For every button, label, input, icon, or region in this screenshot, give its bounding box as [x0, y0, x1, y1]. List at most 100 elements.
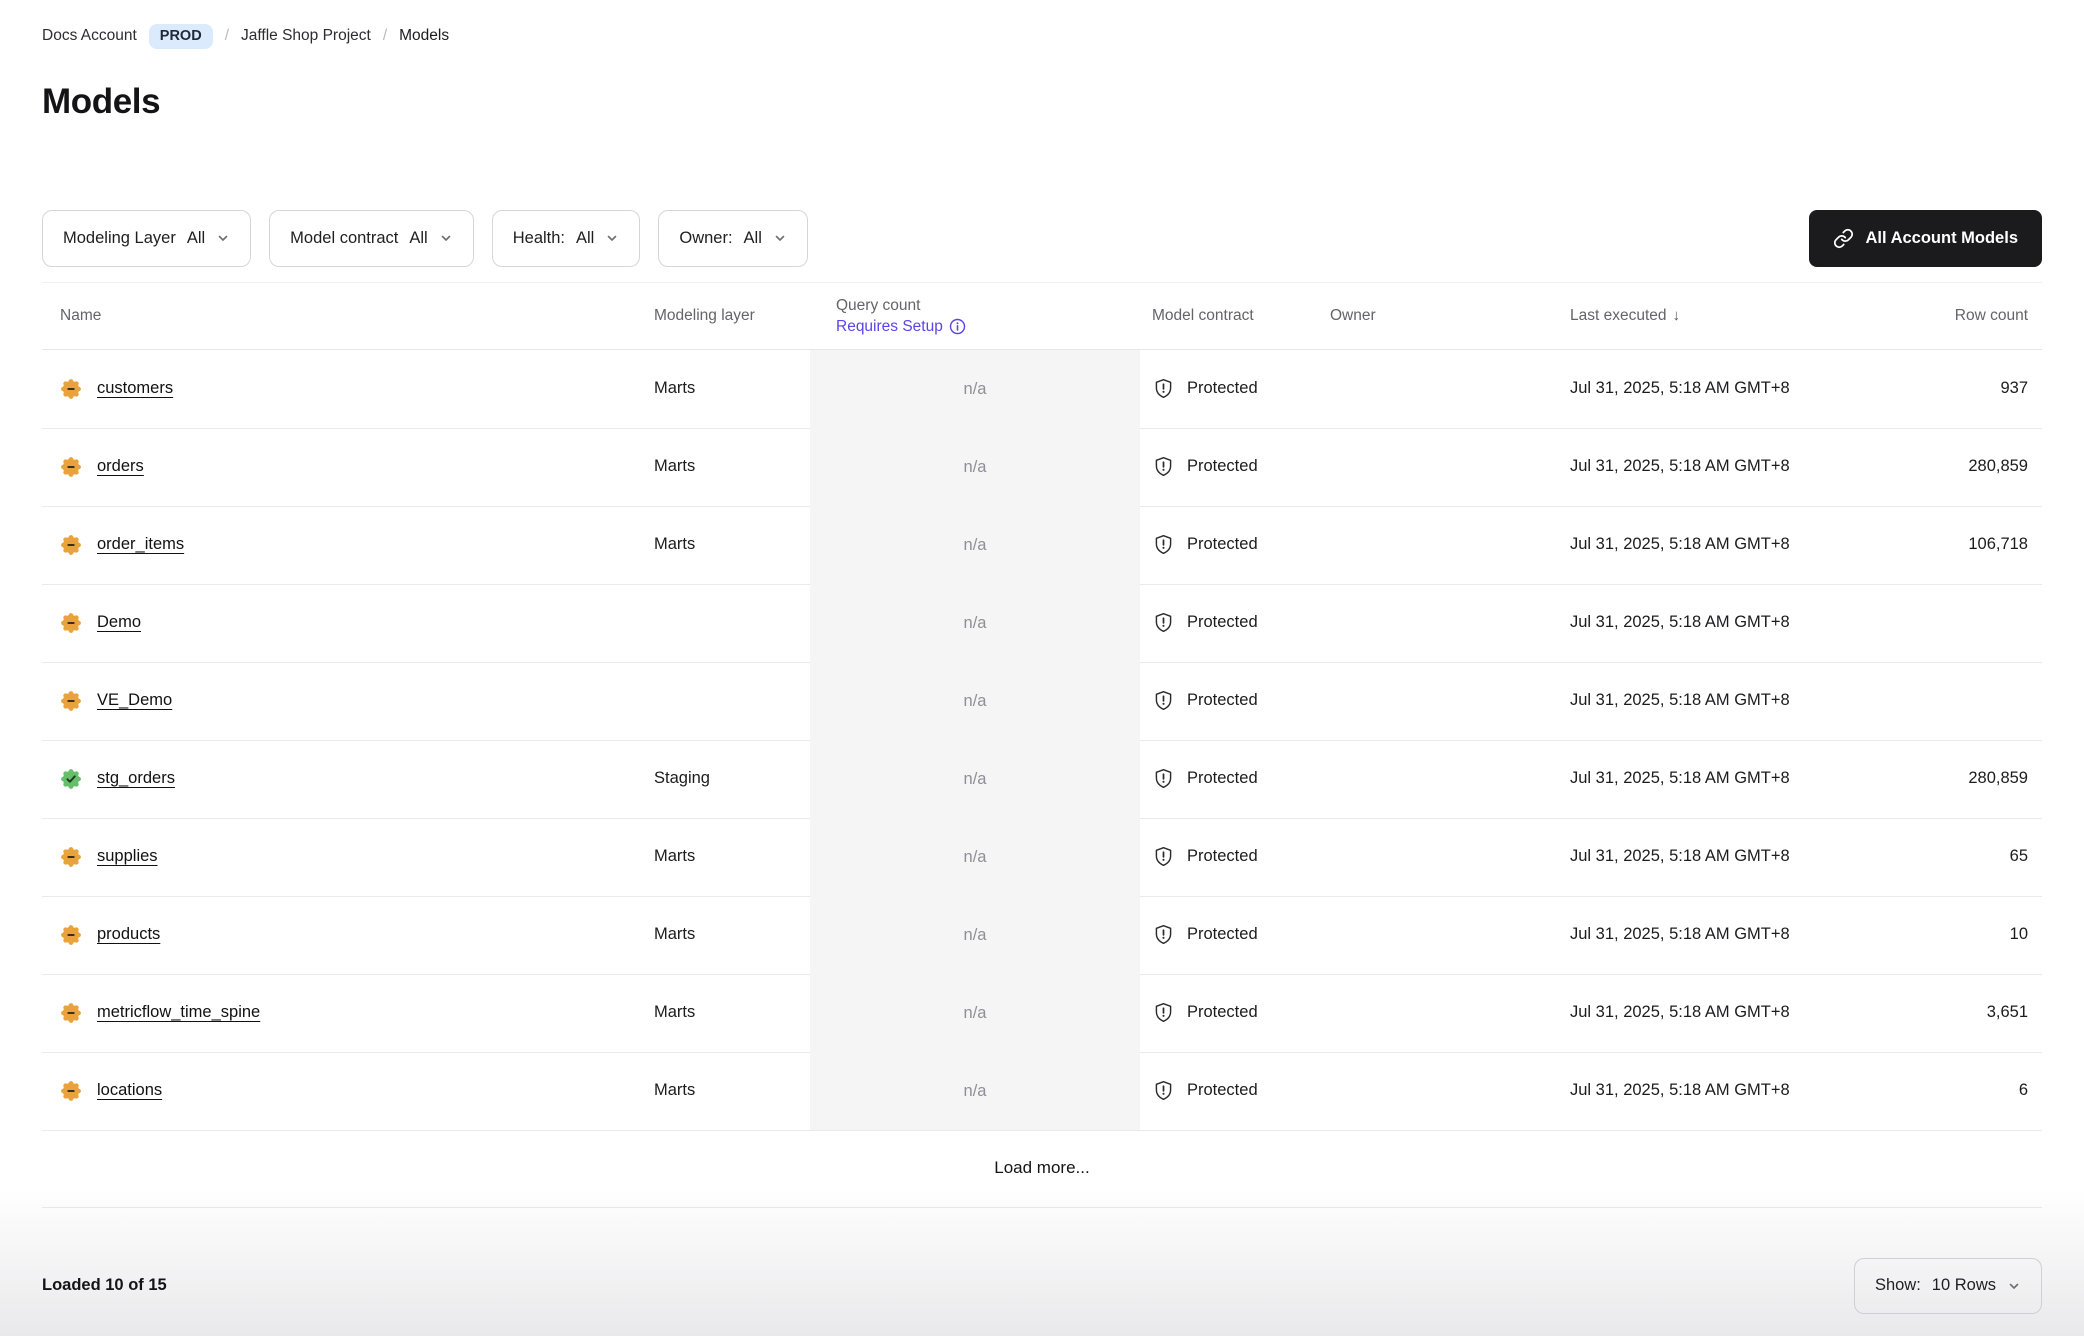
last-executed-cell: Jul 31, 2025, 5:18 AM GMT+8 [1460, 457, 1880, 476]
breadcrumb-account-link[interactable]: Docs Account [42, 27, 137, 45]
model-name-cell: products [42, 924, 650, 946]
sort-desc-arrow: ↓ [1673, 307, 1681, 324]
health-warning-icon [60, 378, 82, 400]
load-more-button[interactable]: Load more... [994, 1158, 1089, 1178]
all-account-models-button[interactable]: All Account Models [1809, 210, 2042, 267]
query-count-cell: n/a [810, 1052, 1140, 1130]
show-rows-label: Show: [1875, 1276, 1921, 1295]
last-executed-cell: Jul 31, 2025, 5:18 AM GMT+8 [1460, 1081, 1880, 1100]
query-count-cell: n/a [810, 896, 1140, 974]
row-count-cell: 937 [1880, 379, 2042, 398]
table-body: customers Marts n/a Protected Jul 31, 20… [42, 350, 2042, 1130]
model-name-link[interactable]: customers [97, 379, 173, 398]
last-executed-cell: Jul 31, 2025, 5:18 AM GMT+8 [1460, 613, 1880, 632]
show-rows-value: 10 Rows [1932, 1276, 1996, 1295]
model-name-link[interactable]: VE_Demo [97, 691, 172, 710]
model-name-link[interactable]: stg_orders [97, 769, 175, 788]
modeling-layer-cell: Marts [650, 1003, 810, 1022]
modeling-layer-cell: Marts [650, 379, 810, 398]
shield-icon [1152, 377, 1175, 400]
row-count-cell: 65 [1880, 847, 2042, 866]
model-name-cell: order_items [42, 534, 650, 556]
filter-value: All [409, 229, 427, 248]
modeling-layer-cell: Marts [650, 1081, 810, 1100]
filter-label: Health: [513, 229, 565, 248]
model-name-link[interactable]: Demo [97, 613, 141, 632]
models-page: Docs Account PROD / Jaffle Shop Project … [0, 0, 2084, 1336]
last-executed-cell: Jul 31, 2025, 5:18 AM GMT+8 [1460, 1003, 1880, 1022]
health-warning-icon [60, 456, 82, 478]
model-contract-cell: Protected [1140, 1001, 1320, 1024]
model-contract-label: Protected [1187, 535, 1258, 554]
breadcrumb-separator: / [225, 27, 229, 45]
show-rows-dropdown[interactable]: Show: 10 Rows [1854, 1258, 2042, 1314]
model-contract-label: Protected [1187, 847, 1258, 866]
health-warning-icon [60, 1080, 82, 1102]
filter-value: All [744, 229, 762, 248]
page-title: Models [42, 79, 2042, 125]
header-row-count: Row count [1880, 307, 2042, 325]
shield-icon [1152, 455, 1175, 478]
requires-setup-link[interactable]: Requires Setup [836, 316, 1140, 337]
filter-value: All [576, 229, 594, 248]
query-count-cell: n/a [810, 818, 1140, 896]
model-contract-cell: Protected [1140, 455, 1320, 478]
row-count-cell: 280,859 [1880, 457, 2042, 476]
header-last-executed[interactable]: Last executed↓ [1460, 307, 1880, 325]
model-contract-label: Protected [1187, 1081, 1258, 1100]
health-warning-icon [60, 534, 82, 556]
header-modeling-layer: Modeling layer [650, 307, 810, 325]
header-name: Name [42, 307, 650, 325]
breadcrumb-current: Models [399, 27, 449, 45]
header-model-contract: Model contract [1140, 307, 1320, 325]
filter-model-contract[interactable]: Model contract All [269, 210, 474, 267]
last-executed-cell: Jul 31, 2025, 5:18 AM GMT+8 [1460, 691, 1880, 710]
shield-icon [1152, 1079, 1175, 1102]
model-name-link[interactable]: supplies [97, 847, 158, 866]
model-name-link[interactable]: locations [97, 1081, 162, 1100]
table-row: supplies Marts n/a Protected Jul 31, 202… [42, 818, 2042, 896]
last-executed-cell: Jul 31, 2025, 5:18 AM GMT+8 [1460, 847, 1880, 866]
model-name-link[interactable]: products [97, 925, 160, 944]
info-icon[interactable] [949, 318, 966, 335]
model-name-link[interactable]: order_items [97, 535, 184, 554]
row-count-cell: 10 [1880, 925, 2042, 944]
table-row: orders Marts n/a Protected Jul 31, 2025,… [42, 428, 2042, 506]
chevron-down-icon [2007, 1279, 2021, 1293]
health-warning-icon [60, 1002, 82, 1024]
last-executed-cell: Jul 31, 2025, 5:18 AM GMT+8 [1460, 925, 1880, 944]
shield-icon [1152, 689, 1175, 712]
health-warning-icon [60, 924, 82, 946]
table-row: products Marts n/a Protected Jul 31, 202… [42, 896, 2042, 974]
model-name-cell: metricflow_time_spine [42, 1002, 650, 1024]
filter-health[interactable]: Health: All [492, 210, 641, 267]
model-name-cell: orders [42, 456, 650, 478]
model-name-cell: supplies [42, 846, 650, 868]
shield-icon [1152, 1001, 1175, 1024]
model-contract-label: Protected [1187, 613, 1258, 632]
model-contract-label: Protected [1187, 691, 1258, 710]
model-name-link[interactable]: metricflow_time_spine [97, 1003, 260, 1022]
table-row: metricflow_time_spine Marts n/a Protecte… [42, 974, 2042, 1052]
model-contract-cell: Protected [1140, 1079, 1320, 1102]
filter-owner[interactable]: Owner: All [658, 210, 808, 267]
shield-icon [1152, 923, 1175, 946]
breadcrumb-project-link[interactable]: Jaffle Shop Project [241, 27, 371, 45]
table-row: order_items Marts n/a Protected Jul 31, … [42, 506, 2042, 584]
shield-icon [1152, 767, 1175, 790]
models-table: Name Modeling layer Query count Requires… [42, 282, 2042, 1208]
model-name-cell: Demo [42, 612, 650, 634]
model-name-link[interactable]: orders [97, 457, 144, 476]
filter-bar: Modeling Layer All Model contract All He… [42, 210, 2042, 267]
health-warning-icon [60, 612, 82, 634]
filter-modeling-layer[interactable]: Modeling Layer All [42, 210, 251, 267]
shield-icon [1152, 533, 1175, 556]
model-contract-cell: Protected [1140, 377, 1320, 400]
row-count-cell: 3,651 [1880, 1003, 2042, 1022]
header-query-count: Query count Requires Setup [810, 295, 1140, 337]
table-row: locations Marts n/a Protected Jul 31, 20… [42, 1052, 2042, 1130]
all-account-models-label: All Account Models [1866, 229, 2018, 248]
model-contract-label: Protected [1187, 457, 1258, 476]
shield-icon [1152, 611, 1175, 634]
query-count-cell: n/a [810, 974, 1140, 1052]
